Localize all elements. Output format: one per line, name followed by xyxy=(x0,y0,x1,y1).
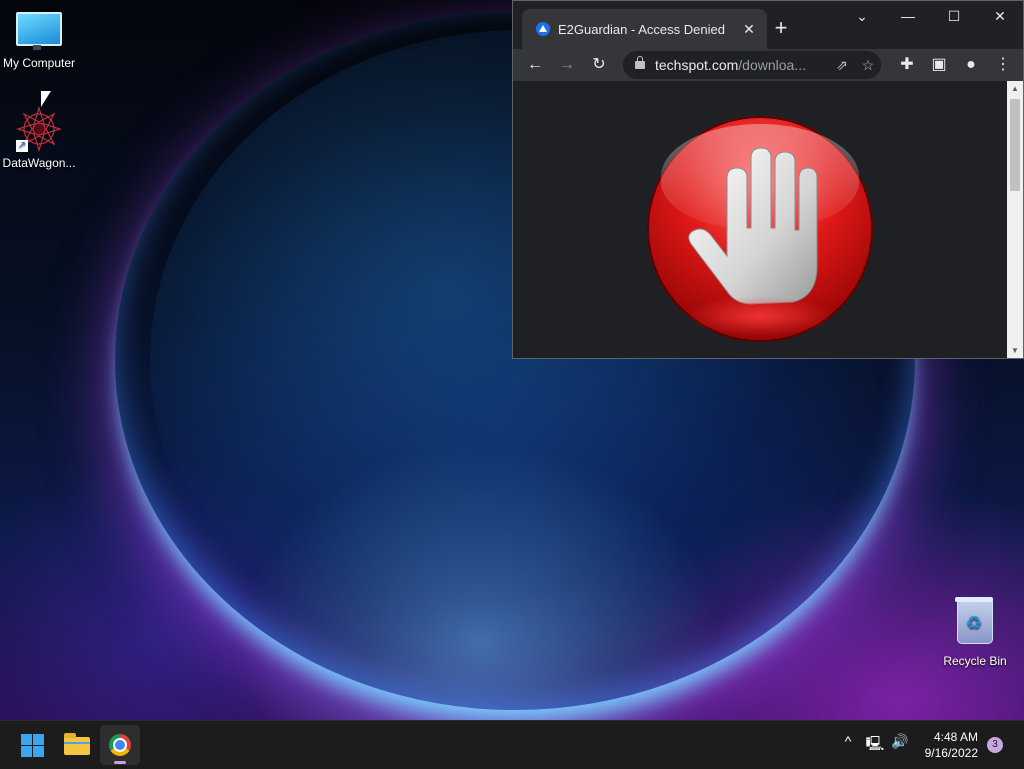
chrome-menu-icon[interactable]: ⋮ xyxy=(987,51,1019,79)
chrome-icon xyxy=(109,734,131,756)
scroll-up-arrow-icon[interactable]: ▲ xyxy=(1007,84,1023,93)
bookmark-star-icon[interactable]: ☆ xyxy=(855,57,881,74)
tab-search-dropdown-icon[interactable]: ⌄ xyxy=(839,1,885,33)
lock-icon[interactable] xyxy=(635,56,645,69)
file-explorer-button[interactable] xyxy=(56,725,96,765)
tab-close-icon[interactable]: ✕ xyxy=(739,21,759,38)
minimize-button[interactable]: — xyxy=(885,1,931,33)
mouse-cursor xyxy=(41,91,51,107)
desktop-icon-recycle-bin[interactable]: ♻ Recycle Bin xyxy=(937,597,1013,668)
forward-button[interactable]: → xyxy=(551,51,583,79)
address-bar[interactable]: techspot.com/downloa... ⇗ ☆ xyxy=(623,51,881,79)
desktop-icon-label: My Computer xyxy=(2,56,76,70)
maximize-button[interactable]: ☐ xyxy=(931,1,977,33)
side-panel-icon[interactable]: ▣ xyxy=(923,51,955,79)
extensions-icon[interactable]: ✚ xyxy=(891,51,923,79)
scrollbar-thumb[interactable] xyxy=(1010,99,1020,191)
stop-hand-icon xyxy=(647,116,873,342)
share-icon[interactable]: ⇗ xyxy=(829,57,855,74)
tab-title: E2Guardian - Access Denied xyxy=(558,21,725,37)
chrome-taskbar-button[interactable] xyxy=(100,725,140,765)
folder-icon xyxy=(64,733,90,755)
shortcut-arrow-icon: ↗ xyxy=(16,140,28,152)
volume-icon[interactable]: 🔊 xyxy=(888,733,912,750)
scroll-down-arrow-icon[interactable]: ▼ xyxy=(1007,346,1023,355)
page-content xyxy=(513,81,1007,358)
notification-badge[interactable]: 3 xyxy=(987,737,1003,753)
desktop-icon-label: Recycle Bin xyxy=(943,654,1007,668)
desktop-icon-label: DataWagon... xyxy=(2,156,76,170)
taskbar: ^ 🖳 🔊 4:48 AM 9/16/2022 3 xyxy=(0,720,1024,769)
show-hidden-icons-chevron[interactable]: ^ xyxy=(836,733,860,749)
reload-button[interactable]: ↻ xyxy=(583,51,615,79)
toolbar-right-group: ✚ ▣ ● ⋮ xyxy=(891,51,1019,79)
browser-toolbar: ← → ↻ techspot.com/downloa... ⇗ ☆ ✚ ▣ ● … xyxy=(513,49,1023,81)
active-indicator xyxy=(114,761,126,764)
desktop-icon-datawagon[interactable]: ↗ DataWagon... xyxy=(1,105,77,170)
back-button[interactable]: ← xyxy=(519,51,551,79)
address-url[interactable]: techspot.com/downloa... xyxy=(655,57,829,73)
browser-window[interactable]: E2Guardian - Access Denied ✕ + ⌄ — ☐ ✕ ←… xyxy=(512,0,1024,359)
taskbar-clock[interactable]: 4:48 AM 9/16/2022 xyxy=(925,729,978,761)
computer-icon xyxy=(16,12,62,50)
close-window-button[interactable]: ✕ xyxy=(977,1,1023,33)
new-tab-button[interactable]: + xyxy=(767,15,795,43)
recycle-bin-icon: ♻ xyxy=(955,597,993,644)
clock-date: 9/16/2022 xyxy=(924,746,978,760)
tab-e2guardian[interactable]: E2Guardian - Access Denied ✕ xyxy=(522,9,767,49)
start-button[interactable] xyxy=(12,725,52,765)
desktop-icon-my-computer[interactable]: My Computer xyxy=(1,12,77,70)
datawagon-icon: ↗ xyxy=(15,105,63,153)
profile-icon[interactable]: ● xyxy=(955,51,987,79)
page-scrollbar[interactable]: ▲ ▼ xyxy=(1007,81,1023,358)
tab-strip: E2Guardian - Access Denied ✕ + ⌄ — ☐ ✕ xyxy=(513,1,1023,49)
clock-time: 4:48 AM xyxy=(933,730,978,744)
network-icon[interactable]: 🖳 xyxy=(863,733,887,757)
e2guardian-icon xyxy=(536,22,550,36)
